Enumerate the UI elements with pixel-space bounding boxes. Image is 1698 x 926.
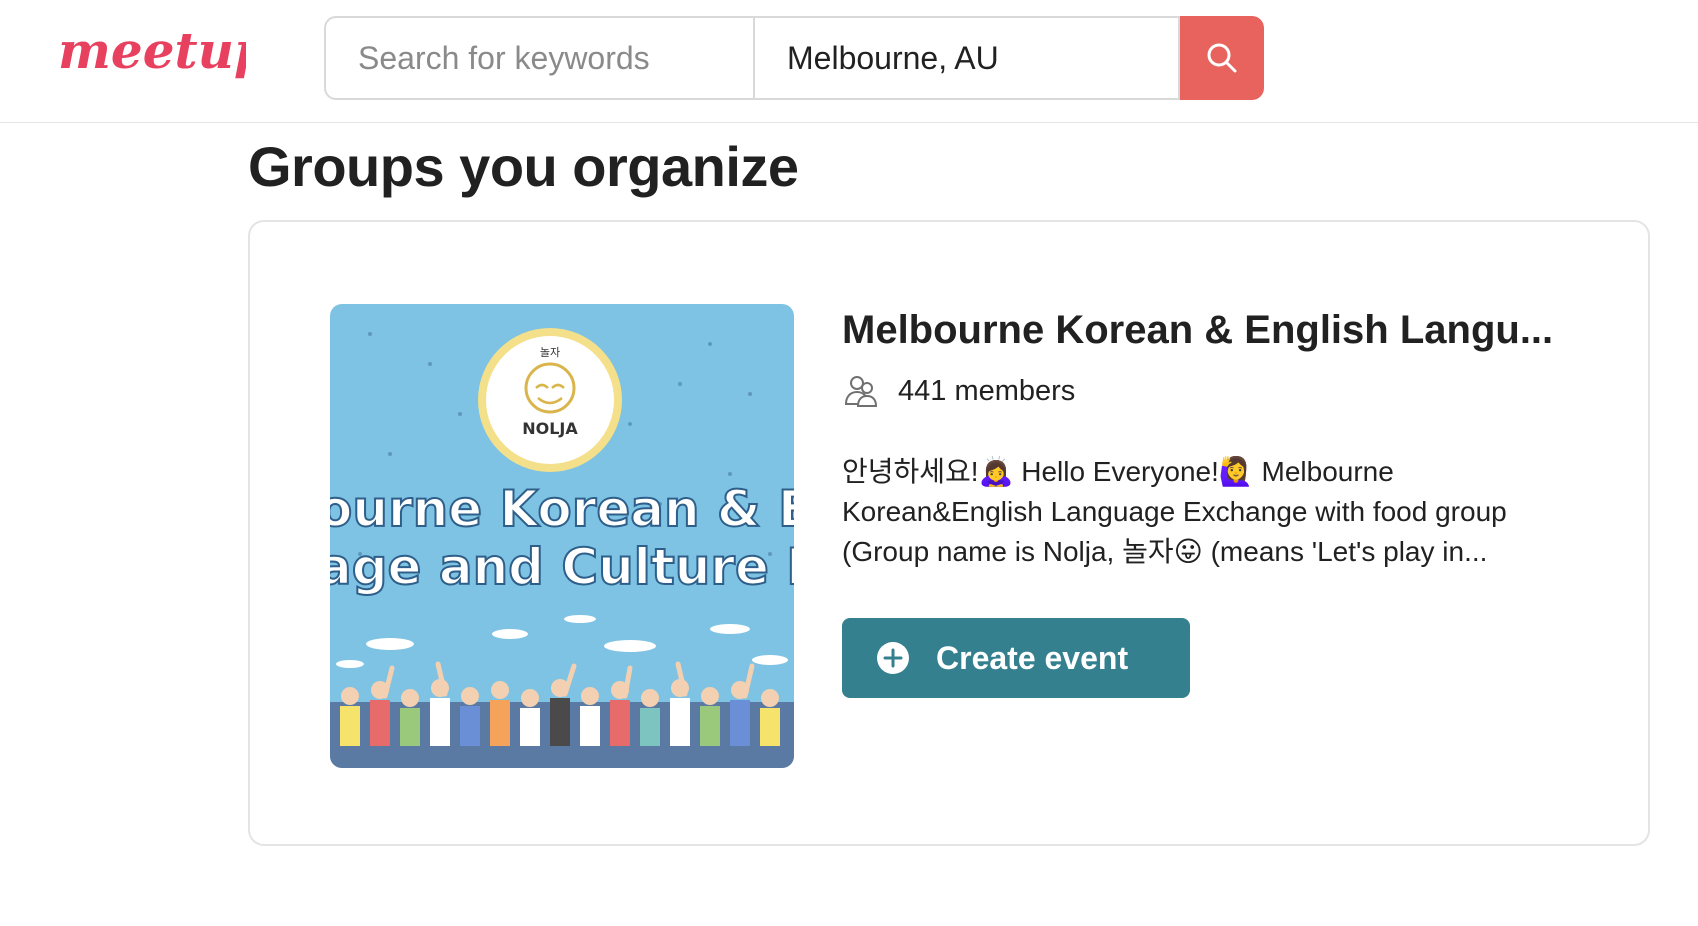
group-description: 안녕하세요!🙇‍♀️ Hello Everyone!🙋‍♀️ Melbourne… — [842, 456, 1507, 567]
search-bar — [324, 16, 1264, 100]
search-button[interactable] — [1180, 16, 1264, 100]
location-input[interactable] — [787, 39, 1178, 77]
badge-name-text: NOLJA — [522, 419, 578, 438]
keyword-search-input[interactable] — [358, 39, 753, 77]
keyword-search-field[interactable] — [324, 16, 753, 100]
banner-line-1: ourne Korean & En — [330, 480, 794, 538]
group-image[interactable]: 놀자 NOLJA ourne Korean & En age and Cultu… — [330, 304, 794, 768]
group-name-link[interactable]: Melbourne Korean & English Langu... — [842, 304, 1582, 356]
group-cover-illustration: 놀자 NOLJA ourne Korean & En age and Cultu… — [330, 304, 794, 768]
banner-line-2: age and Culture Exc — [330, 538, 794, 596]
svg-text:meetup: meetup — [58, 22, 246, 80]
badge-small-text: 놀자 — [540, 346, 560, 359]
meetup-logo-mark: meetup — [58, 22, 246, 80]
create-event-button[interactable]: Create event — [842, 618, 1190, 698]
search-icon — [1207, 43, 1237, 73]
page-title: Groups you organize — [248, 135, 799, 198]
members-icon — [844, 376, 878, 407]
location-field[interactable] — [753, 16, 1180, 100]
plus-circle-icon — [877, 642, 909, 674]
member-count-label: 441 members — [898, 374, 1076, 407]
group-card: 놀자 NOLJA ourne Korean & En age and Cultu… — [248, 220, 1650, 846]
create-event-label: Create event — [936, 639, 1129, 676]
member-count: 441 members — [842, 372, 1075, 410]
top-header: meetup — [0, 0, 1698, 123]
meetup-logo[interactable]: meetup — [56, 22, 246, 100]
